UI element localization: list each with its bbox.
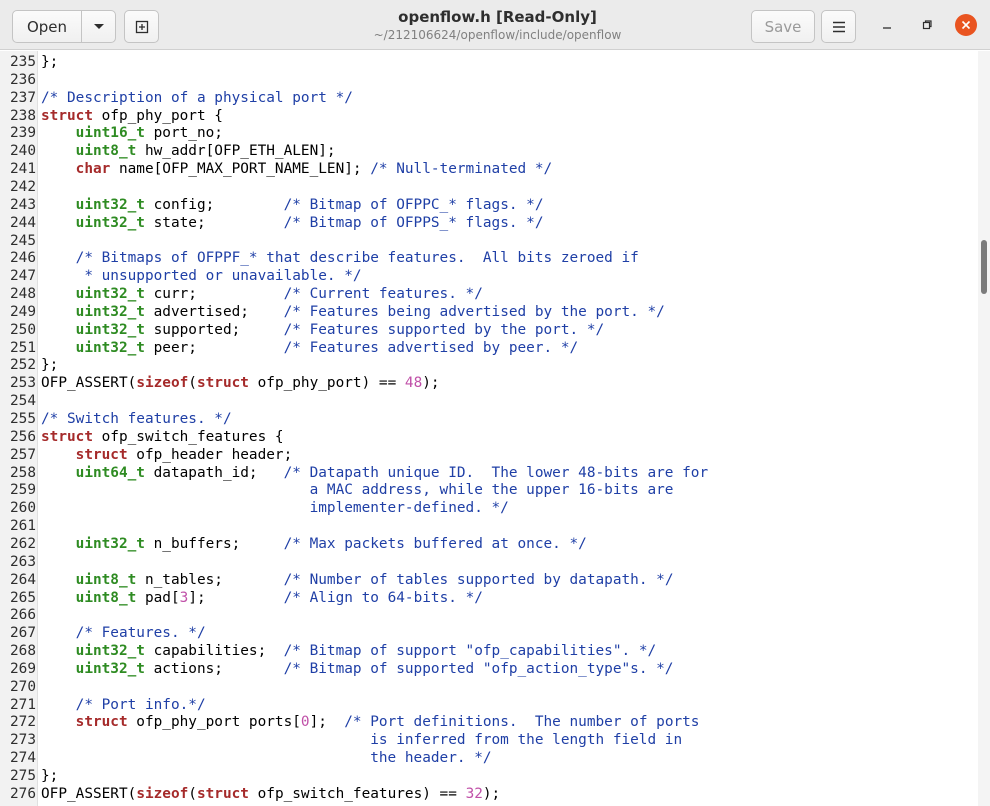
line-number: 272 <box>10 714 36 731</box>
line-number: 250 <box>10 321 36 338</box>
open-button[interactable]: Open <box>12 10 82 43</box>
scrollbar-thumb[interactable] <box>981 240 987 294</box>
minimize-button[interactable] <box>876 14 898 36</box>
line-number: 268 <box>10 643 36 660</box>
line-text: OFP_ASSERT(sizeof(struct ofp_phy_port) =… <box>41 375 440 392</box>
line-text: char name[OFP_MAX_PORT_NAME_LEN]; /* Nul… <box>75 161 553 178</box>
line-number: 241 <box>10 161 36 178</box>
vertical-scrollbar[interactable] <box>978 51 990 806</box>
line-number: 249 <box>10 303 36 320</box>
line-number: 237 <box>10 89 36 106</box>
line-number: 262 <box>10 535 36 552</box>
line-number: 257 <box>10 446 36 463</box>
line-number: 275 <box>10 768 36 784</box>
line-text: }; <box>41 357 59 374</box>
line-number: 266 <box>10 607 36 624</box>
line-number: 261 <box>10 518 36 535</box>
line-number: 252 <box>10 357 36 374</box>
line-text: /* Features. */ <box>75 625 206 642</box>
line-number: 256 <box>10 428 36 445</box>
minimize-icon <box>883 27 891 29</box>
line-number: 240 <box>10 143 36 160</box>
line-text: is inferred from the length field in <box>41 732 683 749</box>
line-number: 255 <box>10 411 36 427</box>
line-number: 258 <box>10 464 36 481</box>
line-text: the header. */ <box>41 750 492 767</box>
line-text: OFP_ASSERT(sizeof(struct ofp_switch_feat… <box>41 785 501 802</box>
line-number: 265 <box>10 589 36 606</box>
line-number: 267 <box>10 625 36 642</box>
line-text: implementer-defined. */ <box>41 500 509 517</box>
line-text: uint32_t actions; /* Bitmap of supported… <box>75 660 674 677</box>
line-text: a MAC address, while the upper 16-bits a… <box>41 482 674 499</box>
line-text: }; <box>41 768 59 784</box>
line-number: 243 <box>10 196 36 213</box>
save-button[interactable]: Save <box>751 10 815 43</box>
line-number: 273 <box>10 732 36 749</box>
line-number: 251 <box>10 339 36 356</box>
line-text: uint32_t peer; /* Features advertised by… <box>75 339 579 356</box>
line-text: uint8_t hw_addr[OFP_ETH_ALEN]; <box>75 143 336 160</box>
line-text: uint32_t supported; /* Features supporte… <box>75 321 605 338</box>
line-text: /* Port info.*/ <box>75 696 206 713</box>
line-text: uint32_t curr; /* Current features. */ <box>75 286 483 303</box>
line-text: * unsupported or unavailable. */ <box>41 268 362 285</box>
line-number: 260 <box>10 500 36 517</box>
line-number: 271 <box>10 696 36 713</box>
line-number: 276 <box>10 785 36 802</box>
line-text: uint8_t n_tables; /* Number of tables su… <box>75 571 674 588</box>
main-menu-button[interactable] <box>821 10 856 43</box>
line-number: 270 <box>10 678 36 695</box>
line-number: 247 <box>10 268 36 285</box>
hamburger-menu-icon <box>832 21 845 32</box>
text-editor[interactable]: 235}; 236 237 /* Description of a physical … <box>0 51 978 806</box>
maximize-icon <box>922 20 932 30</box>
line-text: uint32_t capabilities; /* Bitmap of supp… <box>75 643 657 660</box>
line-text: uint32_t n_buffers; /* Max packets buffe… <box>75 535 587 552</box>
line-number: 248 <box>10 286 36 303</box>
window-title: openflow.h [Read-Only] <box>398 8 597 26</box>
line-number: 242 <box>10 178 36 195</box>
line-text: uint16_t port_no; <box>75 125 223 142</box>
line-number: 235 <box>10 54 36 70</box>
chevron-down-icon <box>93 23 104 29</box>
open-button-label: Open <box>26 17 68 36</box>
line-text: struct ofp_phy_port ports[0]; /* Port de… <box>75 714 700 731</box>
line-number: 236 <box>10 71 36 88</box>
line-number: 269 <box>10 660 36 677</box>
line-number: 259 <box>10 482 36 499</box>
header-bar: Open openflow.h [Read-Only] ~/212106624/… <box>0 0 990 50</box>
line-number: 244 <box>10 214 36 231</box>
line-text: }; <box>41 54 59 70</box>
close-icon <box>961 20 971 30</box>
line-text: struct ofp_header header; <box>75 446 293 463</box>
line-number: 263 <box>10 553 36 570</box>
line-number: 245 <box>10 232 36 249</box>
save-button-label: Save <box>764 17 802 36</box>
maximize-button[interactable] <box>916 14 938 36</box>
line-number: 274 <box>10 750 36 767</box>
line-text: uint32_t state; /* Bitmap of OFPPS_* fla… <box>75 214 544 231</box>
line-text: /* Description of a physical port */ <box>41 89 353 106</box>
title-area: openflow.h [Read-Only] ~/212106624/openf… <box>300 8 695 44</box>
line-text: uint8_t pad[3]; /* Align to 64-bits. */ <box>75 589 483 606</box>
line-text: /* Bitmaps of OFPPF_* that describe feat… <box>75 250 639 267</box>
line-text: /* Switch features. */ <box>41 411 232 427</box>
window-subtitle: ~/212106624/openflow/include/openflow <box>373 28 622 42</box>
open-dropdown-button[interactable] <box>81 10 116 43</box>
line-number: 239 <box>10 125 36 142</box>
line-number: 254 <box>10 393 36 410</box>
line-number: 238 <box>10 107 36 124</box>
line-number: 246 <box>10 250 36 267</box>
line-text: struct ofp_switch_features { <box>41 428 284 445</box>
line-text: uint64_t datapath_id; /* Datapath unique… <box>75 464 709 481</box>
line-text: uint32_t advertised; /* Features being a… <box>75 303 665 320</box>
close-button[interactable] <box>955 14 977 36</box>
line-text: uint32_t config; /* Bitmap of OFPPC_* fl… <box>75 196 544 213</box>
new-document-button[interactable] <box>124 10 159 43</box>
line-number: 264 <box>10 571 36 588</box>
line-number: 253 <box>10 375 36 392</box>
new-tab-icon <box>135 20 148 33</box>
line-text: struct ofp_phy_port { <box>41 107 223 124</box>
